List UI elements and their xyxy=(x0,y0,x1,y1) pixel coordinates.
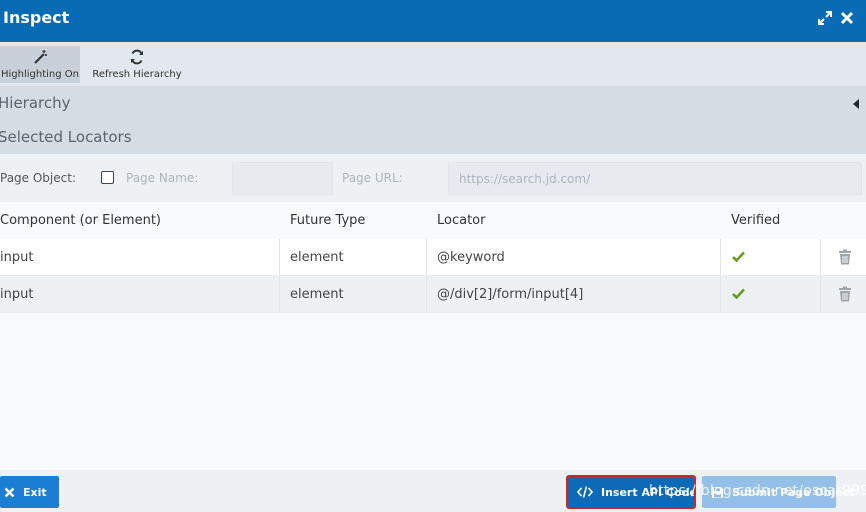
refresh-hierarchy-button[interactable]: Refresh Hierarchy xyxy=(92,46,182,83)
maximize-icon[interactable] xyxy=(816,9,834,27)
close-icon[interactable] xyxy=(838,9,856,27)
page-url-input[interactable]: https://search.jd.com/ xyxy=(448,162,862,195)
hierarchy-title: Hierarchy xyxy=(0,94,71,112)
close-icon xyxy=(4,487,15,498)
page-object-label: Page Object: xyxy=(0,171,76,185)
column-header-verified[interactable]: Verified xyxy=(731,213,780,228)
table-header: Component (or Element) Future Type Locat… xyxy=(0,202,866,239)
trash-icon[interactable] xyxy=(838,249,852,269)
code-icon xyxy=(577,486,593,498)
exit-label: Exit xyxy=(23,485,47,499)
page-url-label: Page URL: xyxy=(342,171,403,185)
page-object-checkbox[interactable] xyxy=(101,171,114,184)
page-name-label: Page Name: xyxy=(126,171,199,185)
column-header-component[interactable]: Component (or Element) xyxy=(0,213,161,228)
cell-future-type: element xyxy=(290,250,344,265)
window-title: Inspect xyxy=(3,8,70,27)
cell-locator: @/div[2]/form/input[4] xyxy=(437,287,584,302)
refresh-label: Refresh Hierarchy xyxy=(92,69,182,80)
highlighting-toggle-button[interactable]: Highlighting On xyxy=(0,46,80,83)
verified-check-icon xyxy=(732,251,745,266)
magic-wand-icon xyxy=(32,48,48,66)
toolbar: Highlighting On Refresh Hierarchy xyxy=(0,42,866,86)
highlighting-label: Highlighting On xyxy=(1,69,79,80)
page-object-row: Page Object: Page Name: Page URL: https:… xyxy=(0,154,866,202)
selected-locators-header: Selected Locators xyxy=(0,120,866,154)
table-row[interactable]: input element @keyword xyxy=(0,239,866,276)
cell-locator: @keyword xyxy=(437,250,505,265)
hierarchy-section-header[interactable]: Hierarchy xyxy=(0,86,866,120)
column-header-locator[interactable]: Locator xyxy=(437,213,485,228)
cell-future-type: element xyxy=(290,287,344,302)
column-header-future-type[interactable]: Future Type xyxy=(290,213,365,228)
selected-locators-title: Selected Locators xyxy=(0,128,132,146)
cell-component: input xyxy=(0,287,34,302)
verified-check-icon xyxy=(732,288,745,303)
trash-icon[interactable] xyxy=(838,286,852,306)
refresh-icon xyxy=(129,48,145,66)
table-row[interactable]: input element @/div[2]/form/input[4] xyxy=(0,276,866,313)
watermark-text: https://blog.csdn.net/oscar999 xyxy=(649,483,866,499)
collapse-arrow-icon[interactable] xyxy=(853,99,859,109)
page-name-input[interactable] xyxy=(232,162,333,195)
cell-component: input xyxy=(0,250,34,265)
exit-button[interactable]: Exit xyxy=(0,476,59,508)
window-titlebar: Inspect xyxy=(0,0,866,42)
